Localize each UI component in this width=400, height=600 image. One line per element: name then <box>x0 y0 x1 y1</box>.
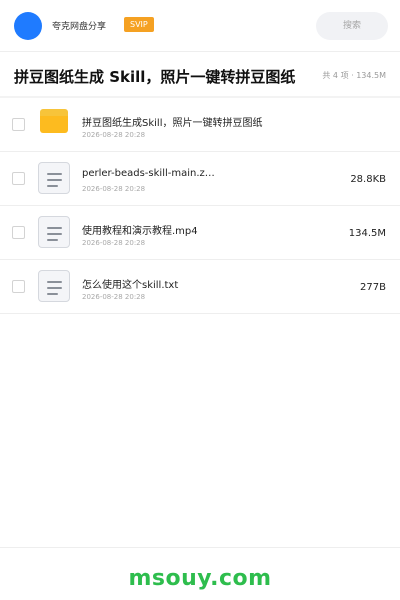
file-icon <box>38 162 70 194</box>
footer: msouy.com <box>0 547 400 600</box>
file-date: 2026-08-28 20:28 <box>82 239 146 247</box>
file-name: 拼豆图纸生成Skill，照片一键转拼豆图纸 <box>82 118 263 129</box>
avatar[interactable] <box>14 12 42 40</box>
file-date: 2026-08-28 20:28 <box>82 185 146 193</box>
file-icon <box>38 216 70 248</box>
file-size: 277B <box>360 282 386 293</box>
file-list: 拼豆图纸生成Skill，照片一键转拼豆图纸 2026-08-28 20:28 p… <box>0 98 400 314</box>
file-name: 使用教程和演示教程.mp4 <box>82 226 198 237</box>
select-checkbox[interactable] <box>12 172 25 185</box>
list-item[interactable]: 使用教程和演示教程.mp4 2026-08-28 20:28 134.5M <box>0 206 400 260</box>
file-name: perler-beads-skill-main.z… <box>82 168 215 179</box>
page-title: 拼豆图纸生成 Skill，照片一键转拼豆图纸 <box>14 68 296 86</box>
folder-icon <box>38 108 70 140</box>
share-header: 夸克网盘分享 SVIP 搜索 <box>0 0 400 52</box>
share-title-bar: 拼豆图纸生成 Skill，照片一键转拼豆图纸 共 4 项 · 134.5M <box>0 52 400 98</box>
select-checkbox[interactable] <box>12 226 25 239</box>
file-count-summary: 共 4 项 · 134.5M <box>322 71 386 80</box>
file-date: 2026-08-28 20:28 <box>82 131 146 139</box>
watermark-text: msouy.com <box>128 566 272 591</box>
search-button[interactable]: 搜索 <box>316 12 388 40</box>
file-size: 134.5M <box>348 228 386 239</box>
app-name: 夸克网盘分享 <box>52 22 107 32</box>
svip-badge: SVIP <box>124 17 154 32</box>
list-item[interactable]: 怎么使用这个skill.txt 2026-08-28 20:28 277B <box>0 260 400 314</box>
file-size: 28.8KB <box>350 174 386 185</box>
file-icon <box>38 270 70 302</box>
file-date: 2026-08-28 20:28 <box>82 293 146 301</box>
select-checkbox[interactable] <box>12 118 25 131</box>
file-name: 怎么使用这个skill.txt <box>82 280 179 291</box>
list-item[interactable]: 拼豆图纸生成Skill，照片一键转拼豆图纸 2026-08-28 20:28 <box>0 98 400 152</box>
select-checkbox[interactable] <box>12 280 25 293</box>
list-item[interactable]: perler-beads-skill-main.z… 2026-08-28 20… <box>0 152 400 206</box>
